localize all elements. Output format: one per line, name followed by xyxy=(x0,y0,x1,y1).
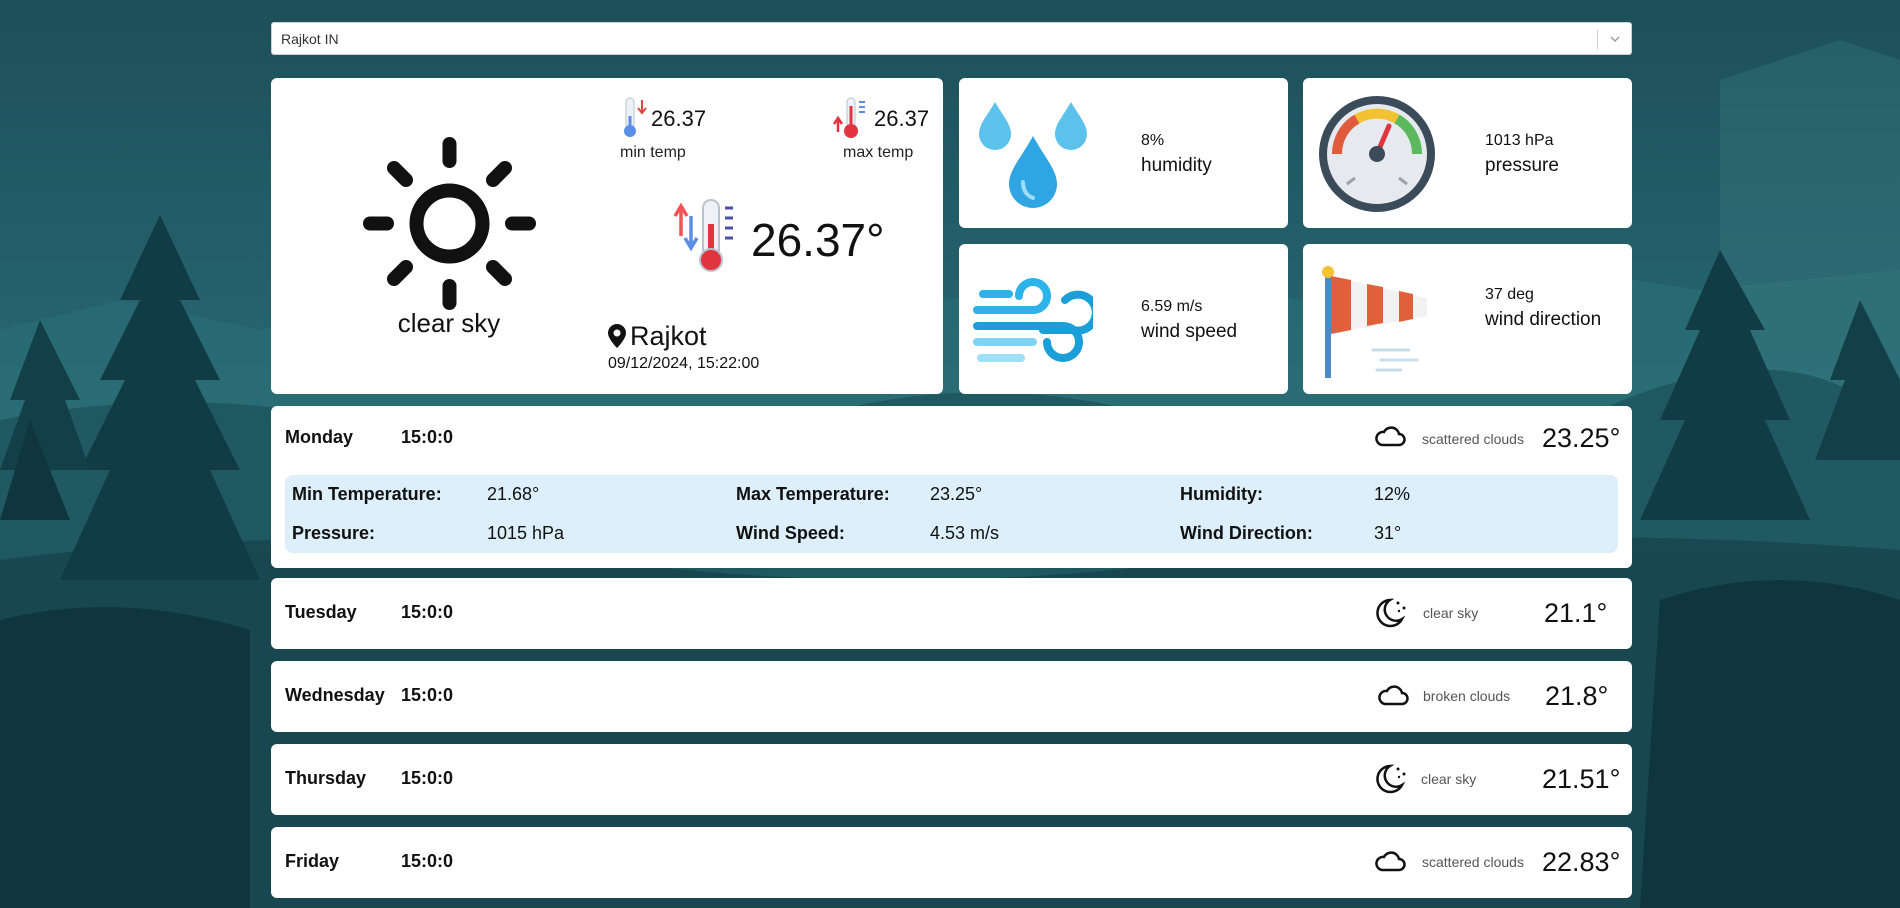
cloud-icon xyxy=(1375,851,1406,872)
forecast-temp: 21.8° xyxy=(1545,681,1609,711)
max-temp-value: 26.37 xyxy=(874,106,930,131)
city-name: Rajkot xyxy=(630,321,707,351)
humidity-card: 8% humidity xyxy=(959,78,1288,228)
detail-pressure-value: 1015 hPa xyxy=(487,523,565,543)
select-separator xyxy=(1597,30,1598,49)
city-search-select[interactable]: Rajkot IN xyxy=(271,22,1632,55)
forecast-item[interactable]: Thursday 15:0:0 clear sky 21.51° xyxy=(271,744,1632,815)
detail-wind-direction-value: 31° xyxy=(1374,523,1402,543)
city-search-value: Rajkot IN xyxy=(281,30,339,47)
detail-min-temp-value: 21.68° xyxy=(487,484,540,504)
forecast-temp: 21.51° xyxy=(1542,764,1621,794)
forecast-time: 15:0:0 xyxy=(401,427,454,447)
humidity-label: humidity xyxy=(1141,155,1212,176)
pressure-label: pressure xyxy=(1485,155,1559,176)
wind-speed-value: 6.59 m/s xyxy=(1141,298,1203,315)
min-temp-value: 26.37 xyxy=(651,106,707,131)
chevron-down-icon[interactable] xyxy=(1608,32,1622,46)
forecast-time: 15:0:0 xyxy=(401,602,454,622)
forecast-description: clear sky xyxy=(1421,771,1477,787)
humidity-value: 8% xyxy=(1141,132,1165,149)
forecast-temp: 22.83° xyxy=(1542,847,1621,877)
app-container: Rajkot IN clear sky 26.37 min temp 26.37… xyxy=(271,22,1632,898)
forecast-item[interactable]: Wednesday 15:0:0 broken clouds 21.8° xyxy=(271,661,1632,732)
forecast-description: broken clouds xyxy=(1423,688,1511,704)
forecast-day: Monday xyxy=(285,427,354,447)
current-temp-value: 26.37° xyxy=(751,214,885,266)
current-weather-card: clear sky 26.37 min temp 26.37 max temp xyxy=(271,78,943,394)
current-condition: clear sky xyxy=(397,308,501,338)
min-temp-label: min temp xyxy=(620,144,686,161)
detail-humidity-label: Humidity: xyxy=(1180,484,1263,504)
windsock-icon xyxy=(1322,266,1427,378)
forecast-description: scattered clouds xyxy=(1422,854,1524,870)
forecast-time: 15:0:0 xyxy=(401,685,454,705)
forecast-temp: 21.1° xyxy=(1544,598,1608,628)
wind-direction-value: 37 deg xyxy=(1485,286,1534,303)
pressure-value: 1013 hPa xyxy=(1485,132,1554,149)
wind-icon xyxy=(973,278,1093,362)
forecast-item[interactable]: Monday 15:0:0 scattered clouds 23.25° Mi… xyxy=(271,406,1632,568)
wind-speed-card: 6.59 m/s wind speed xyxy=(959,244,1288,394)
min-thermometer-icon xyxy=(624,97,647,137)
sun-icon xyxy=(363,137,536,310)
detail-wind-speed-label: Wind Speed: xyxy=(736,523,845,543)
current-datetime: 09/12/2024, 15:22:00 xyxy=(608,355,760,372)
moon-icon xyxy=(1376,598,1406,628)
detail-min-temp-label: Min Temperature: xyxy=(292,484,442,504)
moon-icon xyxy=(1376,764,1406,794)
forecast-temp: 23.25° xyxy=(1542,423,1621,453)
forecast-item[interactable]: Friday 15:0:0 scattered clouds 22.83° xyxy=(271,827,1632,898)
forecast-time: 15:0:0 xyxy=(401,768,454,788)
detail-wind-direction-label: Wind Direction: xyxy=(1180,523,1313,543)
pressure-gauge-icon xyxy=(1319,96,1435,212)
detail-max-temp-label: Max Temperature: xyxy=(736,484,890,504)
detail-wind-speed-value: 4.53 m/s xyxy=(930,523,1000,543)
wind-speed-label: wind speed xyxy=(1141,321,1238,342)
forecast-description: clear sky xyxy=(1423,605,1479,621)
detail-max-temp-value: 23.25° xyxy=(930,484,983,504)
forecast-description: scattered clouds xyxy=(1422,431,1524,447)
detail-humidity-value: 12% xyxy=(1374,484,1411,504)
pressure-card: 1013 hPa pressure xyxy=(1303,78,1632,228)
max-temp-label: max temp xyxy=(843,144,914,161)
forecast-item[interactable]: Tuesday 15:0:0 clear sky 21.1° xyxy=(271,578,1632,649)
current-weather-section: clear sky 26.37 min temp 26.37 max temp xyxy=(271,78,1632,394)
forecast-details-panel: Min Temperature: 21.68° Max Temperature:… xyxy=(285,475,1618,553)
wind-direction-label: wind direction xyxy=(1485,309,1602,330)
cloud-icon xyxy=(1375,426,1406,447)
thermometer-icon xyxy=(673,199,733,272)
cloud-icon xyxy=(1378,685,1409,706)
forecast-day: Tuesday xyxy=(285,602,357,622)
location-pin-icon xyxy=(608,324,626,348)
water-drops-icon xyxy=(979,102,1087,208)
forecast-time: 15:0:0 xyxy=(401,851,454,871)
forecast-day: Thursday xyxy=(285,768,367,788)
detail-pressure-label: Pressure: xyxy=(292,523,376,543)
max-thermometer-icon xyxy=(833,97,865,138)
forecast-day: Friday xyxy=(285,851,340,871)
forecast-day: Wednesday xyxy=(285,685,385,705)
wind-direction-card: 37 deg wind direction xyxy=(1303,244,1632,394)
